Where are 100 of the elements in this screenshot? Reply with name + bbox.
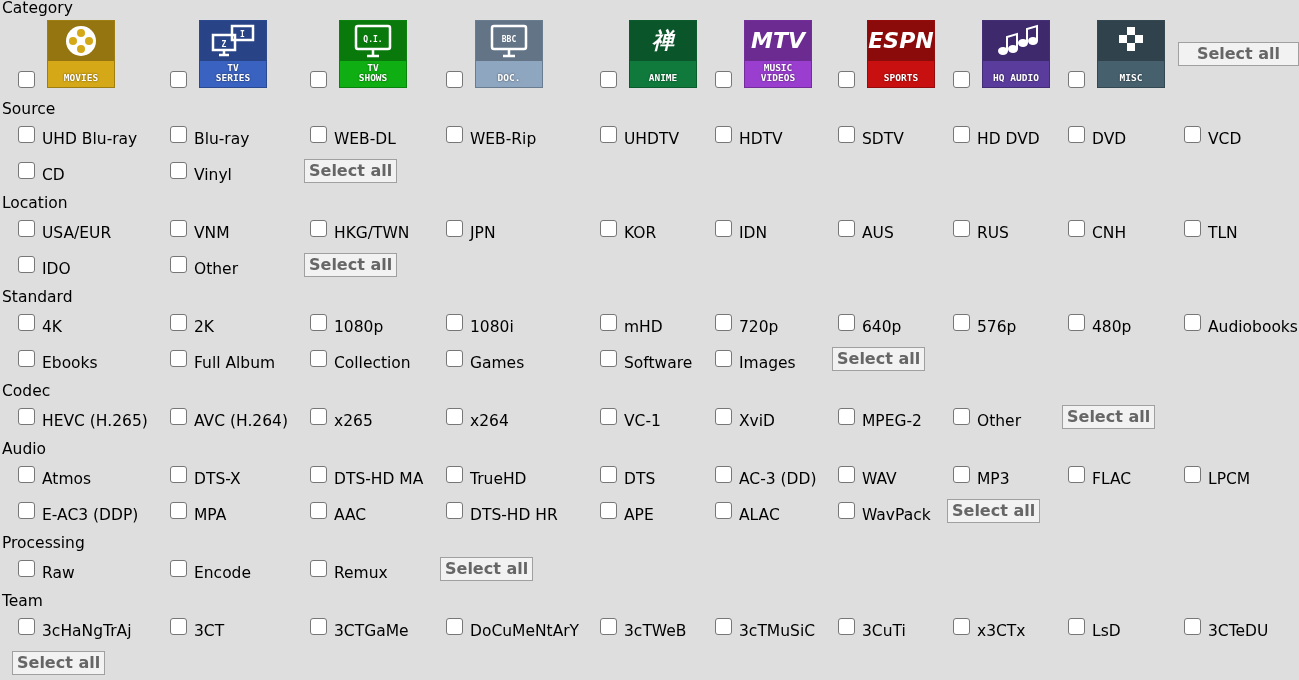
category-tile[interactable]: MTV MUSIC VIDEOS: [744, 20, 812, 88]
checkbox[interactable]: [18, 502, 35, 519]
checkbox[interactable]: [838, 618, 855, 635]
category-tile[interactable]: BBC DOC.: [475, 20, 543, 88]
category-tile[interactable]: Z I TV SERIES: [199, 20, 267, 88]
checkbox[interactable]: [170, 126, 187, 143]
checkbox[interactable]: [838, 71, 855, 88]
checkbox[interactable]: [310, 502, 327, 519]
checkbox[interactable]: [18, 256, 35, 273]
checkbox[interactable]: [953, 126, 970, 143]
checkbox[interactable]: [310, 560, 327, 577]
checkbox[interactable]: [18, 350, 35, 367]
checkbox[interactable]: [18, 126, 35, 143]
checkbox[interactable]: [838, 502, 855, 519]
checkbox[interactable]: [18, 220, 35, 237]
select-all-button[interactable]: Select all: [832, 347, 926, 371]
select-all-button[interactable]: Select all: [1062, 405, 1156, 429]
select-all-button[interactable]: Select all: [947, 499, 1041, 523]
checkbox[interactable]: [18, 466, 35, 483]
category-tile[interactable]: HQ AUDIO: [982, 20, 1050, 88]
checkbox[interactable]: [838, 220, 855, 237]
checkbox[interactable]: [953, 466, 970, 483]
checkbox[interactable]: [715, 314, 732, 331]
checkbox[interactable]: [600, 408, 617, 425]
select-all-button[interactable]: Select all: [304, 159, 398, 183]
checkbox[interactable]: [1184, 618, 1201, 635]
checkbox[interactable]: [1068, 618, 1085, 635]
checkbox[interactable]: [715, 71, 732, 88]
checkbox[interactable]: [838, 466, 855, 483]
checkbox[interactable]: [838, 126, 855, 143]
checkbox[interactable]: [18, 314, 35, 331]
checkbox[interactable]: [170, 71, 187, 88]
checkbox[interactable]: [170, 502, 187, 519]
checkbox[interactable]: [446, 314, 463, 331]
checkbox[interactable]: [1068, 126, 1085, 143]
checkbox[interactable]: [446, 126, 463, 143]
checkbox[interactable]: [310, 220, 327, 237]
checkbox[interactable]: [170, 560, 187, 577]
category-tile[interactable]: MISC: [1097, 20, 1165, 88]
checkbox[interactable]: [715, 126, 732, 143]
checkbox[interactable]: [170, 256, 187, 273]
checkbox[interactable]: [446, 350, 463, 367]
checkbox[interactable]: [18, 408, 35, 425]
checkbox[interactable]: [600, 220, 617, 237]
checkbox[interactable]: [446, 502, 463, 519]
category-tile[interactable]: 禅 ANIME: [629, 20, 697, 88]
checkbox[interactable]: [1068, 71, 1085, 88]
checkbox[interactable]: [1184, 220, 1201, 237]
checkbox[interactable]: [170, 314, 187, 331]
checkbox[interactable]: [1184, 126, 1201, 143]
checkbox[interactable]: [953, 408, 970, 425]
checkbox[interactable]: [953, 314, 970, 331]
checkbox[interactable]: [310, 466, 327, 483]
checkbox[interactable]: [310, 618, 327, 635]
checkbox[interactable]: [600, 314, 617, 331]
checkbox[interactable]: [310, 314, 327, 331]
checkbox[interactable]: [600, 126, 617, 143]
checkbox[interactable]: [953, 618, 970, 635]
checkbox[interactable]: [1184, 466, 1201, 483]
checkbox[interactable]: [600, 71, 617, 88]
select-all-button[interactable]: Select all: [12, 651, 106, 675]
checkbox[interactable]: [715, 350, 732, 367]
checkbox[interactable]: [18, 71, 35, 88]
checkbox[interactable]: [838, 408, 855, 425]
checkbox[interactable]: [1068, 466, 1085, 483]
checkbox[interactable]: [18, 560, 35, 577]
checkbox[interactable]: [1068, 314, 1085, 331]
checkbox[interactable]: [170, 162, 187, 179]
checkbox[interactable]: [715, 220, 732, 237]
select-all-button[interactable]: Select all: [1178, 42, 1299, 66]
checkbox[interactable]: [170, 220, 187, 237]
checkbox[interactable]: [446, 408, 463, 425]
checkbox[interactable]: [18, 162, 35, 179]
checkbox[interactable]: [838, 314, 855, 331]
checkbox[interactable]: [310, 408, 327, 425]
checkbox[interactable]: [446, 71, 463, 88]
checkbox[interactable]: [1184, 314, 1201, 331]
checkbox[interactable]: [170, 408, 187, 425]
category-tile[interactable]: Q.I. TV SHOWS: [339, 20, 407, 88]
checkbox[interactable]: [310, 126, 327, 143]
checkbox[interactable]: [715, 408, 732, 425]
checkbox[interactable]: [1068, 220, 1085, 237]
category-tile[interactable]: ESPN SPORTS: [867, 20, 935, 88]
checkbox[interactable]: [715, 502, 732, 519]
checkbox[interactable]: [310, 71, 327, 88]
checkbox[interactable]: [18, 618, 35, 635]
checkbox[interactable]: [170, 466, 187, 483]
checkbox[interactable]: [600, 350, 617, 367]
checkbox[interactable]: [953, 220, 970, 237]
checkbox[interactable]: [600, 618, 617, 635]
checkbox[interactable]: [600, 502, 617, 519]
checkbox[interactable]: [600, 466, 617, 483]
checkbox[interactable]: [310, 350, 327, 367]
select-all-button[interactable]: Select all: [304, 253, 398, 277]
checkbox[interactable]: [446, 466, 463, 483]
checkbox[interactable]: [170, 618, 187, 635]
select-all-button[interactable]: Select all: [440, 557, 534, 581]
checkbox[interactable]: [170, 350, 187, 367]
checkbox[interactable]: [446, 618, 463, 635]
checkbox[interactable]: [446, 220, 463, 237]
